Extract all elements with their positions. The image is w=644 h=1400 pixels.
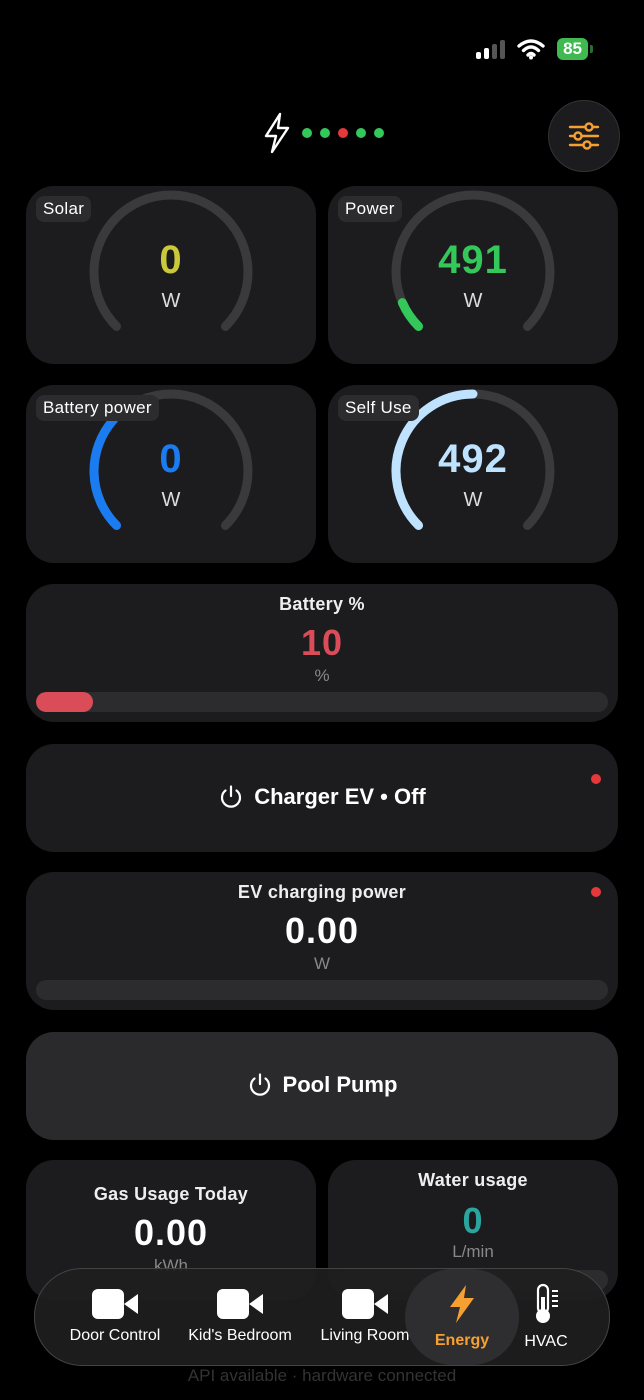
gauge-label: Self Use	[338, 395, 419, 421]
gauge-unit: W	[463, 489, 483, 511]
status-dot	[356, 128, 366, 138]
nav-label: Kid's Bedroom	[188, 1327, 292, 1344]
ev-power-bar	[36, 980, 608, 1000]
solar-gauge-card[interactable]: Solar 0 W	[26, 186, 316, 364]
gauge-value: 0	[159, 437, 183, 481]
battery-percent-value: 10	[300, 622, 344, 663]
video-camera-icon	[342, 1289, 388, 1319]
gauge-value: 492	[438, 437, 508, 481]
gas-usage-title: Gas Usage Today	[93, 1184, 249, 1204]
gauge-label: Solar	[36, 196, 92, 222]
nav-kids-bedroom[interactable]: Kid's Bedroom	[180, 1269, 300, 1365]
self-use-gauge-card[interactable]: Self Use 492 W	[328, 385, 618, 563]
battery-power-gauge-card[interactable]: Battery power 0 W	[26, 385, 316, 563]
pool-pump-content: Pool Pump	[26, 1072, 618, 1098]
power-icon	[221, 785, 242, 808]
gauge-unit: W	[161, 290, 181, 312]
gauge-value: 0	[159, 238, 183, 282]
water-usage-unit: L/min	[452, 1242, 494, 1261]
gauge-value: 491	[438, 238, 508, 282]
water-usage-title: Water usage	[418, 1170, 528, 1190]
settings-button[interactable]	[548, 100, 620, 172]
battery-percent-bar	[36, 692, 608, 712]
battery-percent-unit: %	[314, 666, 330, 685]
gauge-unit: W	[161, 489, 181, 511]
nav-door-control[interactable]: Door Control	[55, 1269, 175, 1365]
video-camera-icon	[217, 1289, 263, 1319]
charger-ev-content: Charger EV • Off	[26, 784, 618, 810]
nav-energy[interactable]: Energy	[405, 1269, 519, 1365]
battery-indicator: 85	[557, 38, 593, 60]
status-dot	[320, 128, 330, 138]
ev-power-unit: W	[313, 954, 331, 973]
power-icon	[249, 1073, 270, 1096]
charger-ev-status-dot	[591, 774, 601, 784]
bottom-navigation: Door Control Kid's Bedroom Living Room E…	[34, 1268, 610, 1366]
nav-label: Energy	[434, 1332, 490, 1349]
lightning-icon	[450, 1285, 474, 1323]
water-usage-value: 0	[462, 1200, 484, 1241]
nav-label: Door Control	[69, 1327, 161, 1344]
charger-ev-toggle[interactable]: Charger EV • Off	[26, 744, 618, 852]
footer-status-text: API available · hardware connected	[187, 1366, 457, 1385]
nav-label: Living Room	[320, 1327, 410, 1344]
connection-dots	[302, 128, 384, 138]
pool-pump-toggle[interactable]: Pool Pump	[26, 1032, 618, 1140]
status-bar: 85	[476, 38, 593, 60]
header-status	[262, 112, 384, 154]
sliders-icon	[568, 122, 600, 150]
lightning-icon	[264, 112, 290, 154]
charger-ev-label: Charger EV • Off	[254, 784, 426, 809]
nav-label: HVAC	[524, 1333, 568, 1350]
gauge-label: Battery power	[36, 395, 159, 421]
gas-usage-value: 0.00	[133, 1212, 209, 1253]
ev-power-value: 0.00	[284, 910, 360, 951]
wifi-icon	[517, 39, 545, 60]
battery-percent-bar-fill	[36, 692, 94, 712]
power-gauge-card[interactable]: Power 491 W	[328, 186, 618, 364]
cellular-signal-icon	[476, 39, 506, 59]
video-camera-icon	[92, 1289, 138, 1319]
gauge-label: Power	[338, 196, 402, 222]
status-dot	[338, 128, 348, 138]
battery-percent-card[interactable]: Battery % 10 %	[26, 584, 618, 722]
nav-hvac[interactable]: HVAC	[519, 1269, 573, 1365]
status-dot	[302, 128, 312, 138]
status-dot	[374, 128, 384, 138]
thermometer-icon	[536, 1283, 558, 1323]
ev-power-title: EV charging power	[237, 882, 407, 902]
gauge-unit: W	[463, 290, 483, 312]
battery-level: 85	[563, 39, 582, 58]
ev-charging-power-card[interactable]: EV charging power 0.00 W	[26, 872, 618, 1010]
pool-pump-label: Pool Pump	[282, 1072, 398, 1097]
battery-percent-title: Battery %	[279, 594, 365, 614]
